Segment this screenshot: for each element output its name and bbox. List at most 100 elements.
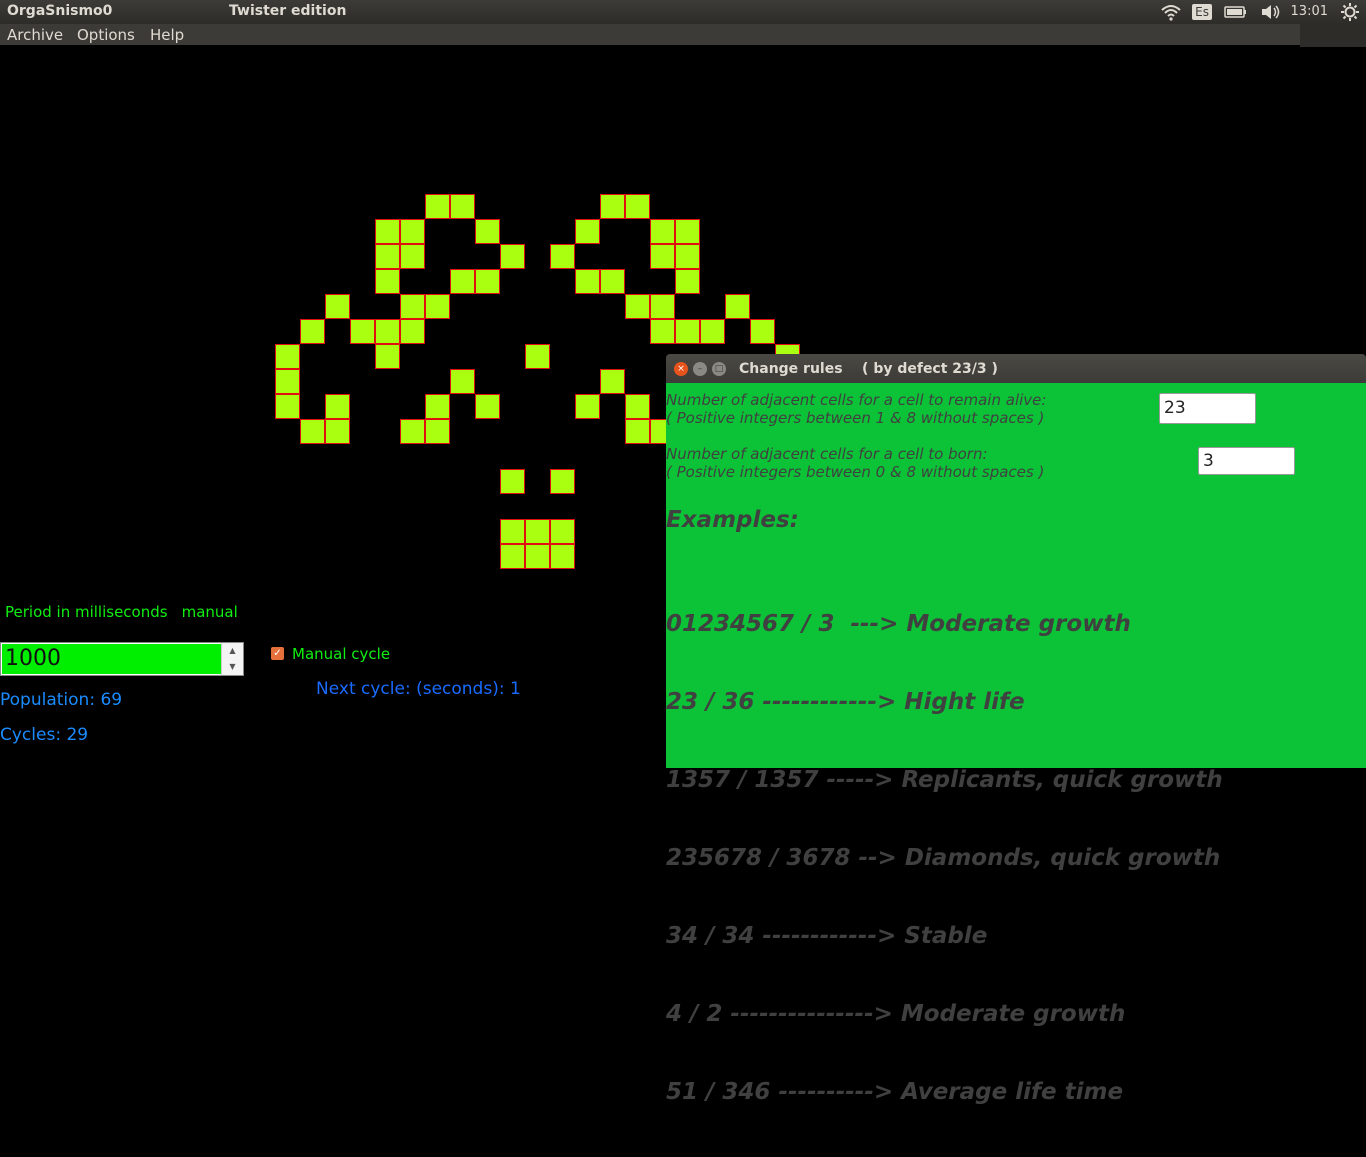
live-cell[interactable] — [625, 419, 650, 444]
live-cell[interactable] — [275, 369, 300, 394]
live-cell[interactable] — [275, 344, 300, 369]
dialog-body: Number of adjacent cells for a cell to r… — [666, 383, 1366, 1105]
live-cell[interactable] — [450, 194, 475, 219]
live-cell[interactable] — [700, 319, 725, 344]
menu-bar-edge — [1300, 24, 1366, 47]
live-cell[interactable] — [625, 194, 650, 219]
battery-icon[interactable] — [1224, 3, 1248, 21]
live-cell[interactable] — [375, 344, 400, 369]
live-cell[interactable] — [500, 544, 525, 569]
example-item: 01234567 / 3 ---> Moderate growth — [666, 611, 1131, 637]
live-cell[interactable] — [750, 319, 775, 344]
live-cell[interactable] — [675, 269, 700, 294]
live-cell[interactable] — [525, 544, 550, 569]
live-cell[interactable] — [425, 394, 450, 419]
live-cell[interactable] — [675, 319, 700, 344]
live-cell[interactable] — [300, 419, 325, 444]
live-cell[interactable] — [325, 419, 350, 444]
spin-down-icon[interactable]: ▼ — [222, 659, 243, 675]
live-cell[interactable] — [375, 269, 400, 294]
clock[interactable]: 13:01 — [1291, 4, 1328, 22]
born-label-line1: Number of adjacent cells for a cell to b… — [666, 445, 988, 463]
minimize-icon[interactable]: – — [693, 362, 707, 376]
born-label-line2: ( Positive integers between 0 & 8 withou… — [666, 463, 1045, 481]
live-cell[interactable] — [400, 219, 425, 244]
manual-cycle-checkbox[interactable]: ✓ — [271, 647, 284, 660]
menu-help[interactable]: Help — [150, 26, 184, 44]
live-cell[interactable] — [275, 394, 300, 419]
period-input[interactable]: 1000 — [2, 644, 222, 674]
live-cell[interactable] — [625, 394, 650, 419]
live-cell[interactable] — [425, 194, 450, 219]
live-cell[interactable] — [675, 244, 700, 269]
born-rule-label: Number of adjacent cells for a cell to b… — [666, 445, 1044, 481]
live-cell[interactable] — [550, 244, 575, 269]
live-cell[interactable] — [475, 269, 500, 294]
live-cell[interactable] — [650, 244, 675, 269]
population-count: Population: 69 — [0, 690, 123, 710]
example-item: 1357 / 1357 -----> Replicants, quick gro… — [666, 767, 1223, 793]
live-cell[interactable] — [400, 244, 425, 269]
live-cell[interactable] — [650, 319, 675, 344]
live-cell[interactable] — [550, 519, 575, 544]
live-cell[interactable] — [425, 419, 450, 444]
live-cell[interactable] — [500, 519, 525, 544]
live-cell[interactable] — [450, 369, 475, 394]
live-cell[interactable] — [425, 294, 450, 319]
live-cell[interactable] — [325, 294, 350, 319]
wifi-icon[interactable] — [1160, 3, 1182, 21]
survive-label-line1: Number of adjacent cells for a cell to r… — [666, 391, 1047, 409]
spin-up-icon[interactable]: ▲ — [222, 643, 243, 659]
live-cell[interactable] — [375, 244, 400, 269]
spin-arrows[interactable]: ▲ ▼ — [221, 643, 243, 675]
live-cell[interactable] — [650, 294, 675, 319]
live-cell[interactable] — [550, 544, 575, 569]
live-cell[interactable] — [300, 319, 325, 344]
example-item: 235678 / 3678 --> Diamonds, quick growth — [666, 845, 1221, 871]
dialog-titlebar[interactable]: × – □ Change rules ( by defect 23/3 ) — [666, 354, 1366, 383]
live-cell[interactable] — [525, 344, 550, 369]
menu-archive[interactable]: Archive — [7, 26, 63, 44]
live-cell[interactable] — [400, 294, 425, 319]
live-cell[interactable] — [650, 219, 675, 244]
live-cell[interactable] — [600, 269, 625, 294]
live-cell[interactable] — [550, 469, 575, 494]
live-cell[interactable] — [475, 219, 500, 244]
live-cell[interactable] — [675, 219, 700, 244]
volume-icon[interactable] — [1260, 3, 1282, 21]
app-title: OrgaSnismo0 — [7, 3, 113, 19]
live-cell[interactable] — [575, 219, 600, 244]
next-cycle-text: Next cycle: (seconds): 1 — [316, 679, 521, 699]
live-cell[interactable] — [325, 394, 350, 419]
born-rule-input[interactable]: 3 — [1198, 447, 1295, 475]
examples-title: Examples: — [666, 507, 799, 533]
period-label-text: Period in milliseconds — [5, 603, 168, 621]
maximize-icon[interactable]: □ — [712, 362, 726, 376]
manual-cycle-label[interactable]: Manual cycle — [292, 645, 390, 663]
example-item: 4 / 2 ---------------> Moderate growth — [666, 1001, 1126, 1027]
live-cell[interactable] — [400, 419, 425, 444]
live-cell[interactable] — [600, 369, 625, 394]
period-spinbox[interactable]: 1000 ▲ ▼ — [0, 642, 244, 676]
live-cell[interactable] — [375, 219, 400, 244]
period-label: Period in milliseconds manual — [5, 603, 238, 621]
live-cell[interactable] — [575, 269, 600, 294]
keyboard-layout-icon[interactable]: Es — [1192, 4, 1212, 20]
live-cell[interactable] — [725, 294, 750, 319]
live-cell[interactable] — [475, 394, 500, 419]
live-cell[interactable] — [575, 394, 600, 419]
live-cell[interactable] — [500, 469, 525, 494]
live-cell[interactable] — [350, 319, 375, 344]
example-item: 34 / 34 ------------> Stable — [666, 923, 988, 949]
live-cell[interactable] — [450, 269, 475, 294]
live-cell[interactable] — [500, 244, 525, 269]
live-cell[interactable] — [600, 194, 625, 219]
live-cell[interactable] — [375, 319, 400, 344]
survive-rule-input[interactable]: 23 — [1159, 393, 1256, 424]
menu-options[interactable]: Options — [77, 26, 135, 44]
live-cell[interactable] — [525, 519, 550, 544]
live-cell[interactable] — [400, 319, 425, 344]
live-cell[interactable] — [625, 294, 650, 319]
close-icon[interactable]: × — [674, 362, 688, 376]
settings-gear-icon[interactable] — [1340, 3, 1360, 21]
